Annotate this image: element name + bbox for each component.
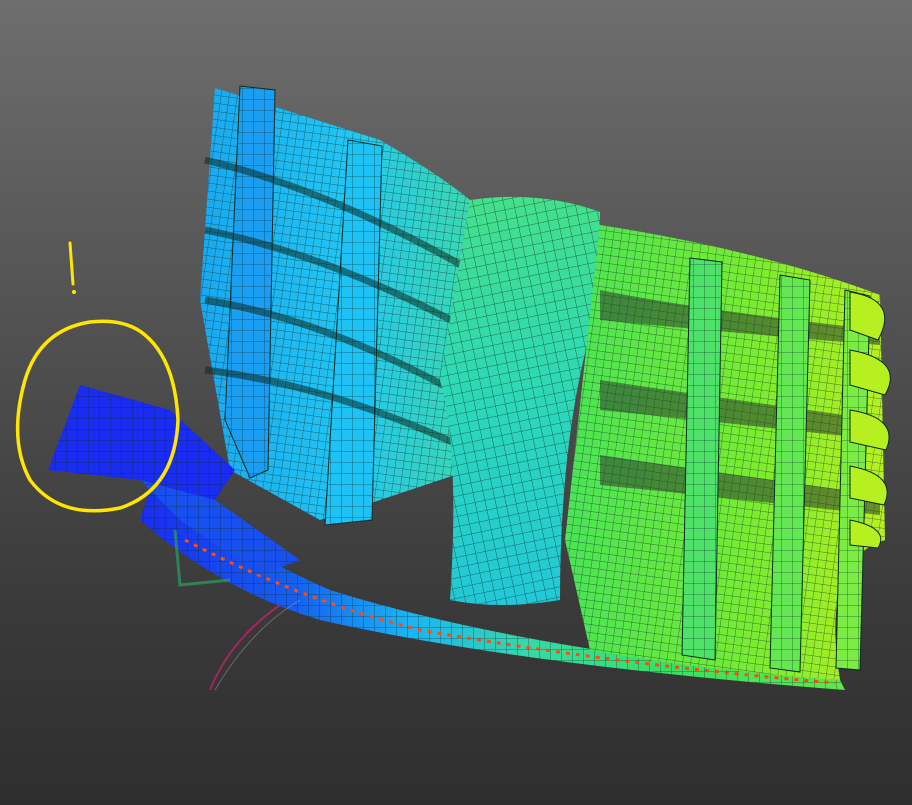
render-viewport[interactable] (0, 0, 912, 805)
exclamation-dot-icon (72, 290, 76, 294)
fea-mesh-scene (15, 85, 891, 691)
exclamation-mark-icon (68, 241, 75, 286)
